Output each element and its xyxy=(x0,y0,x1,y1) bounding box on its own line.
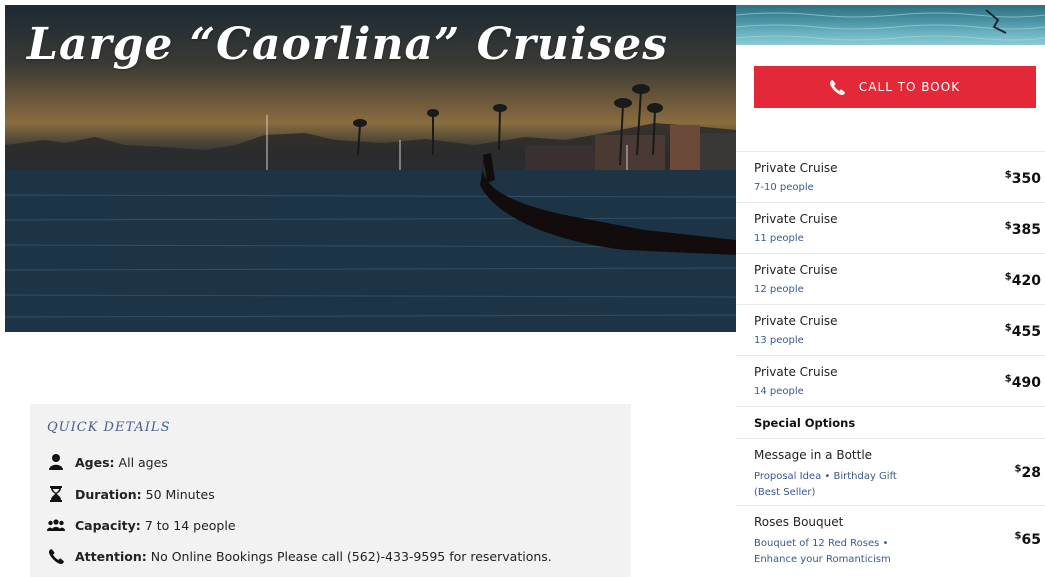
package-name: Private Cruise xyxy=(754,314,838,328)
hourglass-icon xyxy=(47,485,65,503)
package-name: Private Cruise xyxy=(754,365,838,379)
option-row: Message in a Bottle Proposal Idea • Birt… xyxy=(736,438,1045,505)
option-row: Roses Bouquet Bouquet of 12 Red Roses • … xyxy=(736,505,1045,572)
package-name: Private Cruise xyxy=(754,161,838,175)
package-price: $455 xyxy=(1004,322,1041,340)
phone-icon xyxy=(829,79,845,95)
hero-banner: Large “Caorlina” Cruises xyxy=(5,5,736,332)
package-name: Private Cruise xyxy=(754,263,838,277)
call-to-book-button[interactable]: CALL TO BOOK xyxy=(754,66,1036,108)
price-list: Private Cruise 7-10 people $350 Private … xyxy=(736,151,1045,572)
detail-ages: Ages: All ages xyxy=(47,451,168,473)
quick-details-heading: QUICK DETAILS xyxy=(47,420,171,435)
option-name: Roses Bouquet xyxy=(754,515,844,529)
option-name: Message in a Bottle xyxy=(754,448,873,462)
special-options-heading: Special Options xyxy=(736,406,1045,438)
package-price: $420 xyxy=(1004,271,1041,289)
detail-capacity: Capacity: 7 to 14 people xyxy=(47,514,236,536)
price-row: Private Cruise 12 people $420 xyxy=(736,253,1045,304)
detail-label: Duration: xyxy=(75,486,142,502)
person-icon xyxy=(47,453,65,471)
call-to-book-label: CALL TO BOOK xyxy=(858,80,961,94)
group-icon xyxy=(47,516,65,534)
package-size: 11 people xyxy=(754,233,804,244)
quick-details-panel: QUICK DETAILS Ages: All ages Duration: 5… xyxy=(30,404,631,577)
detail-value: No Online Bookings Please call (562)-433… xyxy=(150,548,552,564)
package-price: $490 xyxy=(1004,373,1041,391)
booking-sidebar: CALL TO BOOK Private Cruise 7-10 people … xyxy=(736,0,1045,577)
detail-value: All ages xyxy=(118,454,168,470)
phone-icon xyxy=(47,547,65,565)
option-price: $28 xyxy=(1014,463,1041,481)
price-row: Private Cruise 11 people $385 xyxy=(736,202,1045,253)
package-size: 7-10 people xyxy=(754,182,814,193)
option-description: Proposal Idea • Birthday Gift (Best Sell… xyxy=(754,471,897,498)
option-description: Bouquet of 12 Red Roses • Enhance your R… xyxy=(754,538,891,565)
detail-label: Capacity: xyxy=(75,517,141,533)
option-price: $65 xyxy=(1014,530,1041,548)
price-row: Private Cruise 14 people $490 xyxy=(736,355,1045,406)
price-row: Private Cruise 7-10 people $350 xyxy=(736,151,1045,202)
detail-duration: Duration: 50 Minutes xyxy=(47,483,215,505)
package-size: 13 people xyxy=(754,335,804,346)
package-size: 14 people xyxy=(754,386,804,397)
detail-attention: Attention: No Online Bookings Please cal… xyxy=(47,545,552,567)
detail-value: 50 Minutes xyxy=(145,486,215,502)
package-price: $385 xyxy=(1004,220,1041,238)
detail-label: Attention: xyxy=(75,548,147,564)
detail-label: Ages: xyxy=(75,454,115,470)
detail-value: 7 to 14 people xyxy=(144,517,236,533)
water-image xyxy=(736,5,1045,45)
package-name: Private Cruise xyxy=(754,212,838,226)
package-size: 12 people xyxy=(754,284,804,295)
page-title: Large “Caorlina” Cruises xyxy=(27,19,669,70)
package-price: $350 xyxy=(1004,169,1041,187)
price-row: Private Cruise 13 people $455 xyxy=(736,304,1045,355)
